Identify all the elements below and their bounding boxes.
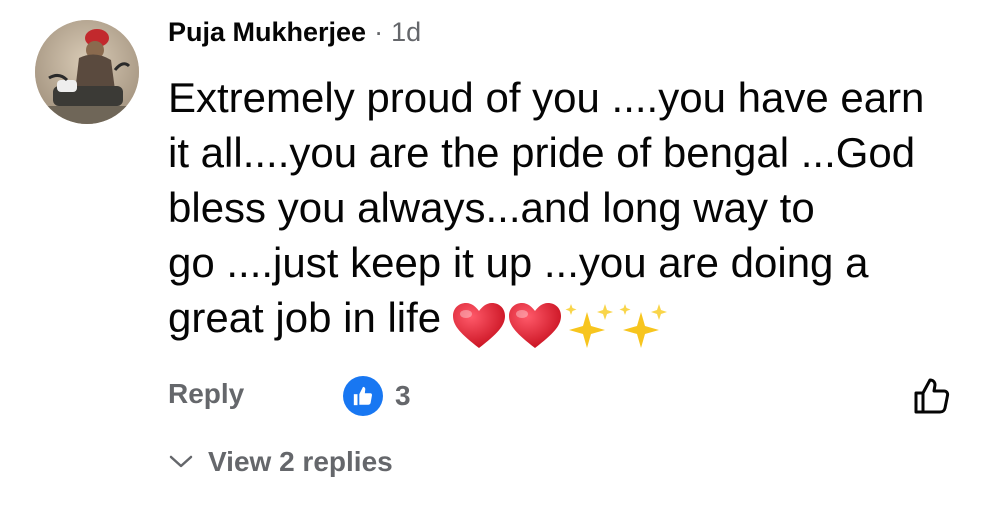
- author-name[interactable]: Puja Mukherjee: [168, 10, 366, 54]
- comment-body: Extremely proud of you ....you have earn…: [168, 70, 958, 352]
- comment: Puja Mukherjee · 1d Extremely proud of y…: [168, 10, 968, 352]
- sparkles-icon: [565, 303, 614, 348]
- red-heart-icon: [509, 302, 562, 348]
- comment-line: bless you always...and long way to: [168, 184, 815, 231]
- chevron-down-icon: [169, 455, 193, 468]
- comment-timestamp[interactable]: 1d: [391, 10, 421, 54]
- reaction-count: 3: [395, 380, 411, 411]
- avatar-image: [35, 20, 139, 124]
- comment-line: great job in life: [168, 294, 442, 341]
- like-reaction-icon: [343, 376, 383, 416]
- thumbs-up-outline-icon: [914, 378, 950, 414]
- avatar[interactable]: [35, 20, 139, 124]
- like-button[interactable]: [908, 372, 956, 420]
- reply-button[interactable]: Reply: [168, 378, 244, 410]
- separator-dot: ·: [374, 17, 384, 47]
- comment-header: Puja Mukherjee · 1d: [168, 10, 968, 54]
- red-heart-icon: [453, 302, 506, 348]
- view-replies-link[interactable]: View 2 replies: [168, 446, 393, 478]
- view-replies-label: View 2 replies: [208, 446, 393, 477]
- reaction-summary[interactable]: 3: [343, 376, 411, 416]
- comment-actions: Reply 3: [168, 372, 958, 416]
- comment-line: it all....you are the pride of bengal ..…: [168, 129, 916, 176]
- comment-last-line: great job in life: [168, 290, 958, 352]
- sparkles-icon: [619, 303, 668, 348]
- comment-line: Extremely proud of you ....you have earn: [168, 74, 925, 121]
- comment-line: go ....just keep it up ...you are doing …: [168, 239, 869, 286]
- emoji-group: [451, 296, 671, 352]
